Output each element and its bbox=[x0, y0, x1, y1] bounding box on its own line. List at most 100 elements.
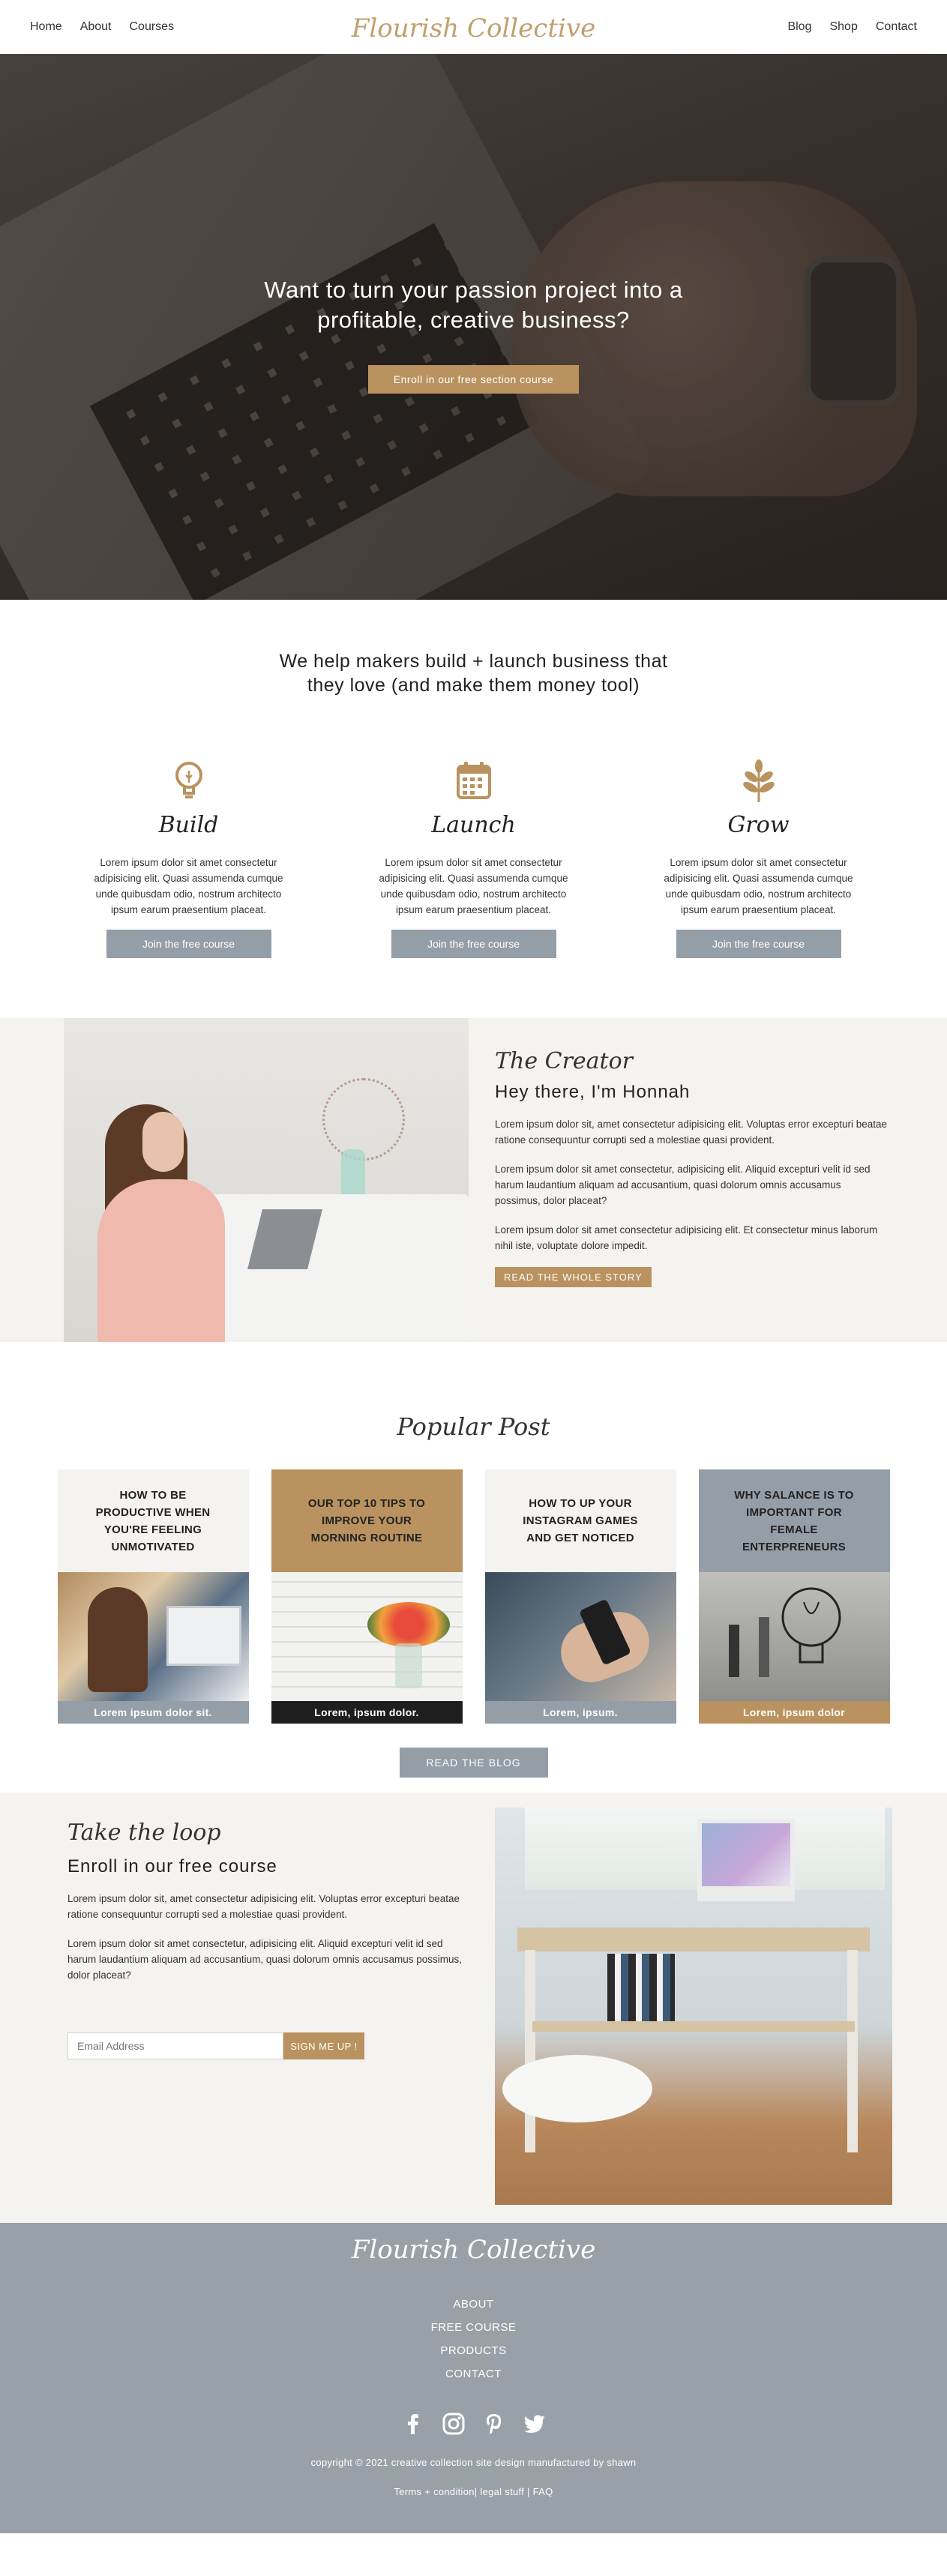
post-image[interactable] bbox=[271, 1572, 463, 1701]
footer: Flourish Collective ABOUT FREE COURSE PR… bbox=[0, 2223, 947, 2533]
desk-photo-monitor bbox=[697, 1819, 795, 1901]
join-course-button[interactable]: Join the free course bbox=[106, 930, 271, 958]
post-image-vase bbox=[394, 1643, 422, 1688]
footer-logo[interactable]: Flourish Collective bbox=[0, 2235, 947, 2265]
enroll-text: Take the loop Enroll in our free course … bbox=[0, 1793, 495, 2223]
hero-title: Want to turn your passion project into a… bbox=[0, 275, 947, 335]
creator-section: The Creator Hey there, I'm Honnah Lorem … bbox=[0, 1018, 947, 1342]
footer-links: ABOUT FREE COURSE PRODUCTS CONTACT bbox=[0, 2298, 947, 2380]
read-blog-button[interactable]: READ THE BLOG bbox=[399, 1748, 548, 1778]
leaf-icon bbox=[742, 759, 775, 802]
posts-row: HOW TO BE PRODUCTIVE WHEN YOU'RE FEELING… bbox=[0, 1469, 947, 1724]
desk-photo-leg bbox=[525, 1950, 535, 2152]
creator-heading: Hey there, I'm Honnah bbox=[495, 1082, 691, 1102]
creator-paragraph: Lorem ipsum dolor sit amet consectetur, … bbox=[495, 1164, 871, 1206]
nav-courses-link[interactable]: Courses bbox=[130, 20, 175, 34]
feature-launch: Launch Lorem ipsum dolor sit amet consec… bbox=[373, 759, 575, 958]
desk-photo-shelf bbox=[532, 2021, 855, 2032]
feature-text: Lorem ipsum dolor sit amet consectetur a… bbox=[94, 857, 283, 915]
feature-text: Lorem ipsum dolor sit amet consectetur a… bbox=[379, 857, 568, 915]
post-image-laptop bbox=[166, 1606, 241, 1666]
pinterest-icon[interactable] bbox=[482, 2412, 506, 2436]
post-card[interactable]: WHY SALANCE IS TO IMPORTANT FOR FEMALE E… bbox=[698, 1469, 890, 1724]
enroll-paragraph: Lorem ipsum dolor sit, amet consectetur … bbox=[67, 1893, 460, 1920]
post-card[interactable]: OUR TOP 10 TIPS TO IMPROVE YOUR MORNING … bbox=[271, 1469, 463, 1724]
site-logo[interactable]: Flourish Collective bbox=[352, 13, 595, 43]
creator-subtitle: The Creator bbox=[495, 1048, 634, 1074]
desk-photo-books bbox=[607, 1954, 675, 2021]
footer-products-link[interactable]: PRODUCTS bbox=[440, 2344, 506, 2357]
post-image-person bbox=[87, 1587, 148, 1692]
facebook-icon[interactable] bbox=[401, 2412, 425, 2436]
post-title[interactable]: OUR TOP 10 TIPS TO IMPROVE YOUR MORNING … bbox=[271, 1469, 463, 1572]
desk-photo-desk bbox=[517, 1928, 870, 1951]
nav-right: Blog Shop Contact bbox=[787, 20, 917, 34]
post-title[interactable]: HOW TO BE PRODUCTIVE WHEN YOU'RE FEELING… bbox=[57, 1469, 249, 1572]
calendar-icon bbox=[456, 762, 491, 799]
help-title-line1: We help makers build + launch business t… bbox=[279, 651, 668, 672]
post-image[interactable] bbox=[57, 1572, 249, 1701]
post-card[interactable]: HOW TO BE PRODUCTIVE WHEN YOU'RE FEELING… bbox=[57, 1469, 249, 1724]
desk-photo-leg bbox=[847, 1950, 858, 2152]
sign-up-button[interactable]: SIGN ME UP ! bbox=[283, 2032, 364, 2059]
lightbulb-drawing-icon bbox=[728, 1587, 841, 1677]
post-image-bouquet bbox=[367, 1602, 450, 1647]
footer-about-link[interactable]: ABOUT bbox=[453, 2298, 493, 2311]
nav-left: Home About Courses bbox=[30, 20, 174, 34]
nav-blog-link[interactable]: Blog bbox=[787, 20, 811, 34]
enroll-heading: Enroll in our free course bbox=[67, 1856, 277, 1877]
twitter-icon[interactable] bbox=[523, 2412, 547, 2436]
post-card[interactable]: HOW TO UP YOUR INSTAGRAM GAMES AND GET N… bbox=[484, 1469, 676, 1724]
lightbulb-icon bbox=[175, 762, 202, 798]
hero-title-line2: profitable, creative business? bbox=[317, 307, 630, 333]
feature-title: Grow bbox=[727, 812, 790, 838]
enroll-section: Take the loop Enroll in our free course … bbox=[0, 1793, 947, 2223]
post-image[interactable] bbox=[698, 1572, 890, 1701]
nav-about-link[interactable]: About bbox=[80, 20, 112, 34]
enroll-paragraph: Lorem ipsum dolor sit amet consectetur, … bbox=[67, 1938, 462, 1981]
creator-photo-body bbox=[97, 1179, 225, 1342]
creator-photo-face bbox=[142, 1112, 184, 1172]
post-title[interactable]: HOW TO UP YOUR INSTAGRAM GAMES AND GET N… bbox=[484, 1469, 676, 1572]
footer-contact-link[interactable]: CONTACT bbox=[445, 2368, 502, 2380]
creator-text: The Creator Hey there, I'm Honnah Lorem … bbox=[469, 1018, 889, 1342]
footer-free-course-link[interactable]: FREE COURSE bbox=[431, 2321, 517, 2334]
help-title: We help makers build + launch business t… bbox=[0, 649, 947, 697]
post-caption: Lorem, ipsum dolor bbox=[698, 1701, 890, 1724]
desk-photo bbox=[495, 1808, 892, 2205]
post-caption: Lorem, ipsum. bbox=[484, 1701, 676, 1724]
read-story-button[interactable]: READ THE WHOLE STORY bbox=[495, 1267, 652, 1287]
instagram-icon[interactable] bbox=[442, 2412, 466, 2436]
nav-contact-link[interactable]: Contact bbox=[876, 20, 917, 34]
feature-title: Launch bbox=[431, 812, 516, 838]
creator-photo-flowers bbox=[322, 1078, 405, 1161]
post-image[interactable] bbox=[484, 1572, 676, 1701]
nav-home-link[interactable]: Home bbox=[30, 20, 62, 34]
join-course-button[interactable]: Join the free course bbox=[391, 930, 556, 958]
hero-title-line1: Want to turn your passion project into a bbox=[264, 277, 683, 303]
creator-photo bbox=[64, 1018, 469, 1342]
hero-content: Want to turn your passion project into a… bbox=[0, 275, 947, 394]
social-links bbox=[0, 2412, 947, 2436]
nav-shop-link[interactable]: Shop bbox=[829, 20, 857, 34]
top-nav: Home About Courses Flourish Collective B… bbox=[0, 0, 947, 54]
post-title[interactable]: WHY SALANCE IS TO IMPORTANT FOR FEMALE E… bbox=[698, 1469, 890, 1572]
popular-post-section: Popular Post HOW TO BE PRODUCTIVE WHEN Y… bbox=[0, 1342, 947, 1778]
hero-section: Want to turn your passion project into a… bbox=[0, 54, 947, 600]
email-field[interactable] bbox=[67, 2032, 283, 2059]
popular-subtitle: Popular Post bbox=[397, 1412, 550, 1441]
join-course-button[interactable]: Join the free course bbox=[676, 930, 841, 958]
help-section: We help makers build + launch business t… bbox=[0, 600, 947, 958]
feature-title: Build bbox=[158, 812, 219, 838]
features-row: Build Lorem ipsum dolor sit amet consect… bbox=[0, 759, 947, 958]
enroll-subtitle: Take the loop bbox=[67, 1820, 221, 1846]
creator-paragraph: Lorem ipsum dolor sit amet consectetur a… bbox=[495, 1224, 878, 1251]
subscribe-form: SIGN ME UP ! bbox=[67, 2032, 495, 2059]
feature-grow: Grow Lorem ipsum dolor sit amet consecte… bbox=[658, 759, 860, 958]
feature-build: Build Lorem ipsum dolor sit amet consect… bbox=[88, 759, 290, 958]
hero-enroll-button[interactable]: Enroll in our free section course bbox=[367, 365, 580, 394]
help-title-line2: they love (and make them money tool) bbox=[307, 675, 640, 696]
legal-links[interactable]: Terms + condition| legal stuff | FAQ bbox=[0, 2486, 947, 2497]
copyright-text: copyright © 2021 creative collection sit… bbox=[310, 2457, 637, 2468]
feature-text: Lorem ipsum dolor sit amet consectetur a… bbox=[664, 857, 853, 915]
